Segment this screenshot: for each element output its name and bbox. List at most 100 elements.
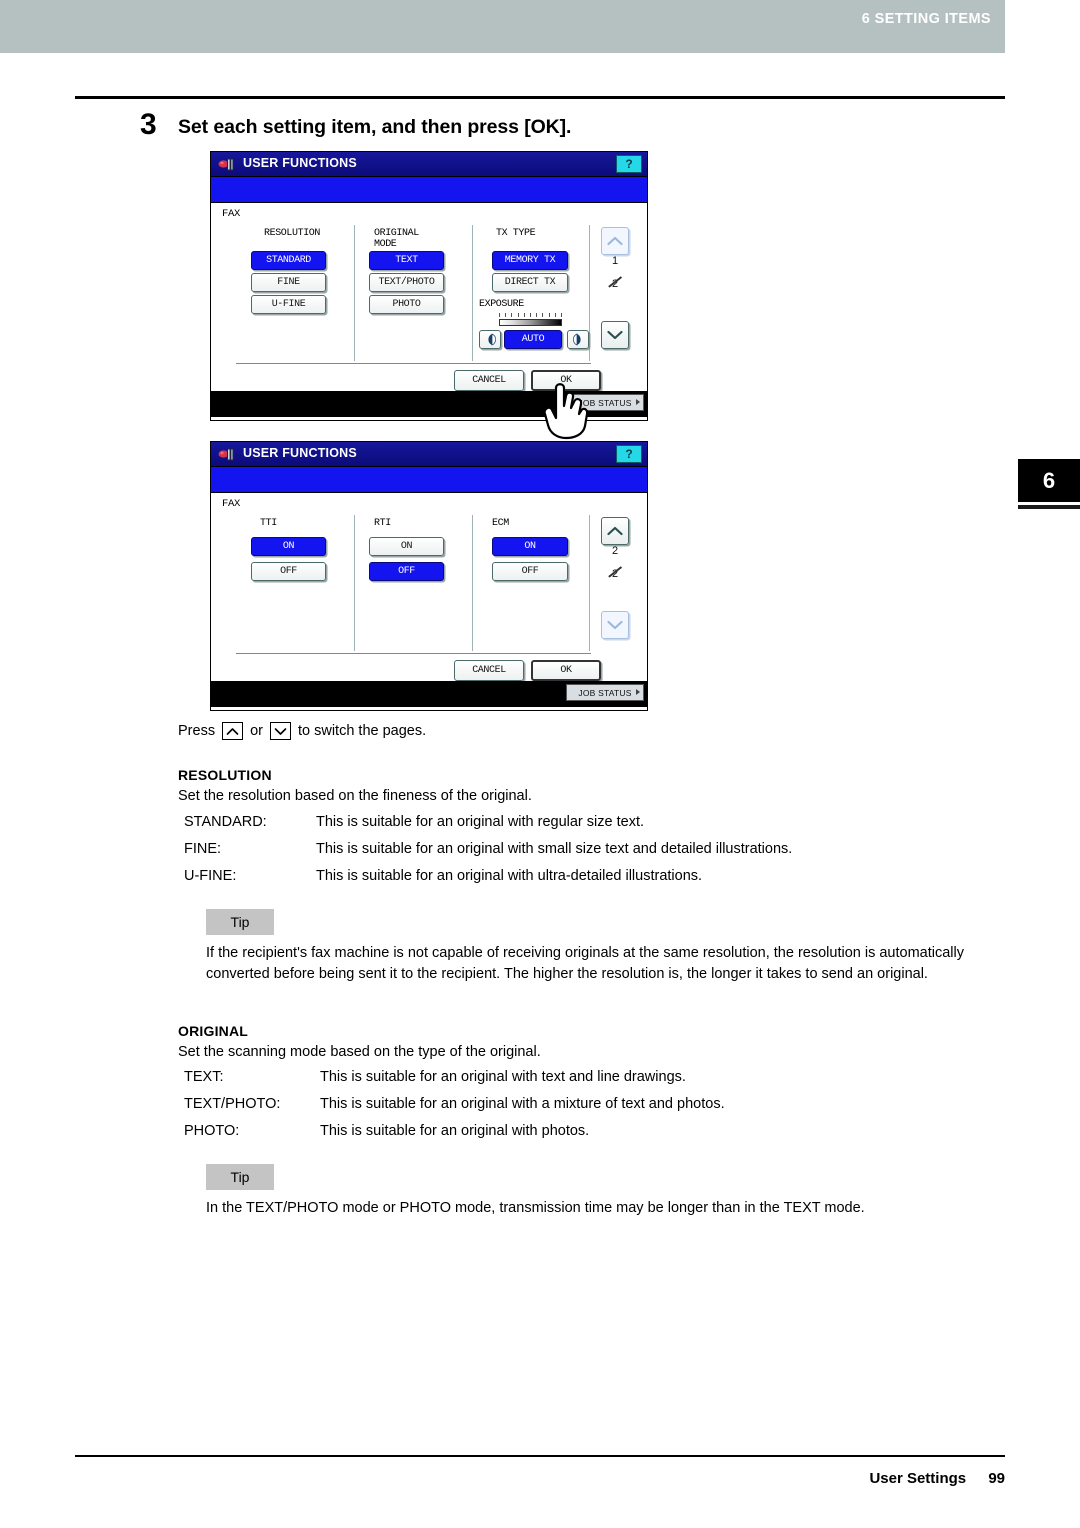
tip-text-2: In the TEXT/PHOTO mode or PHOTO mode, tr…: [206, 1200, 865, 1216]
scroll-up-button-2[interactable]: [601, 517, 629, 545]
footer-divider-2: [236, 653, 591, 654]
scroll-up-button[interactable]: [601, 227, 629, 255]
button-standard[interactable]: STANDARD: [251, 251, 326, 270]
desc-standard: This is suitable for an original with re…: [316, 814, 645, 830]
exposure-darker-icon: [572, 333, 581, 346]
chapter-thumb-tab: 6: [1018, 459, 1080, 505]
footer-page-number: 99: [988, 1470, 1005, 1487]
definition-row: U-FINE: This is suitable for an original…: [184, 863, 1014, 890]
term-text-photo: TEXT/PHOTO:: [184, 1096, 281, 1112]
chevron-up-icon: [607, 526, 623, 536]
column-separator-2b: [472, 515, 473, 651]
column-separator-1: [354, 225, 355, 361]
scroll-down-button-2[interactable]: [601, 611, 629, 639]
help-button-2[interactable]: ?: [616, 445, 642, 463]
chevron-up-icon: [607, 236, 623, 246]
page-running-header: 6 SETTING ITEMS: [0, 0, 1005, 53]
press-middle: or: [250, 723, 263, 739]
tip-label-2: Tip: [230, 1169, 250, 1185]
help-button[interactable]: ?: [616, 155, 642, 173]
user-functions-icon: [218, 448, 234, 461]
job-status-arrow-icon-2: [636, 689, 640, 695]
job-status-label-2: JOB STATUS: [578, 687, 632, 698]
fax-section-label-2: FAX: [222, 498, 241, 510]
desc-text: This is suitable for an original with te…: [320, 1069, 686, 1085]
lcd-titlebar: USER FUNCTIONS ?: [211, 152, 647, 177]
lcd-footer-bar-2: JOB STATUS: [211, 681, 647, 707]
lcd-title-text-2: USER FUNCTIONS: [243, 446, 357, 460]
button-ecm-on[interactable]: ON: [492, 537, 568, 556]
resolution-heading: RESOLUTION: [178, 767, 272, 783]
term-text: TEXT:: [184, 1069, 224, 1085]
lcd-blue-strip-2: [211, 467, 647, 493]
column-separator-2: [472, 225, 473, 361]
button-rti-on[interactable]: ON: [369, 537, 444, 556]
definition-row: PHOTO: This is suitable for an original …: [184, 1118, 1014, 1145]
desc-fine: This is suitable for an original with sm…: [316, 841, 793, 857]
page-current-2: 2: [611, 545, 619, 557]
original-definition-list: TEXT: This is suitable for an original w…: [184, 1064, 1014, 1145]
lcd-body-2: FAX TTI ON OFF RTI ON OFF ECM ON OFF 2 2: [211, 493, 647, 681]
lcd-screenshot-page-2: USER FUNCTIONS ? FAX TTI ON OFF RTI ON O…: [210, 441, 648, 711]
page-indicator-2: 2 2: [601, 545, 629, 581]
user-functions-icon: [218, 158, 234, 171]
page-indicator: 1 2: [601, 255, 629, 291]
ok-button-2[interactable]: OK: [531, 660, 601, 681]
column-title-tti: TTI: [260, 518, 277, 529]
press-instruction-line: Press or to switch the pages.: [178, 722, 426, 740]
chevron-down-icon: [269, 722, 291, 740]
bottom-divider-rule: [75, 1455, 1005, 1457]
column-title-ecm: ECM: [492, 518, 509, 529]
button-u-fine[interactable]: U-FINE: [251, 295, 326, 314]
exposure-ticks: [499, 313, 562, 317]
desc-photo: This is suitable for an original with ph…: [320, 1123, 590, 1139]
definition-row: TEXT: This is suitable for an original w…: [184, 1064, 1014, 1091]
resolution-definition-list: STANDARD: This is suitable for an origin…: [184, 809, 1014, 890]
button-fine[interactable]: FINE: [251, 273, 326, 292]
column-title-original-mode: ORIGINAL MODE: [374, 228, 419, 250]
desc-text-photo: This is suitable for an original with a …: [320, 1096, 725, 1112]
column-separator-3b: [589, 515, 590, 651]
lcd-blue-strip: [211, 177, 647, 203]
fax-section-label: FAX: [222, 208, 241, 220]
definition-row: STANDARD: This is suitable for an origin…: [184, 809, 1014, 836]
desc-u-fine: This is suitable for an original with ul…: [316, 868, 703, 884]
resolution-intro: Set the resolution based on the fineness…: [178, 788, 532, 804]
term-u-fine: U-FINE:: [184, 868, 237, 884]
step-heading: 3 Set each setting item, and then press …: [140, 108, 1000, 146]
button-direct-tx[interactable]: DIRECT TX: [492, 273, 568, 292]
step-title: Set each setting item, and then press [O…: [178, 116, 572, 138]
cancel-button[interactable]: CANCEL: [454, 370, 524, 391]
button-photo[interactable]: PHOTO: [369, 295, 444, 314]
definition-row: FINE: This is suitable for an original w…: [184, 836, 1014, 863]
press-suffix: to switch the pages.: [297, 723, 427, 739]
button-tti-on[interactable]: ON: [251, 537, 326, 556]
definition-row: TEXT/PHOTO: This is suitable for an orig…: [184, 1091, 1014, 1118]
button-text[interactable]: TEXT: [369, 251, 444, 270]
page-footer: User Settings 99: [869, 1470, 1005, 1487]
exposure-auto-button[interactable]: AUTO: [504, 330, 562, 349]
button-ecm-off[interactable]: OFF: [492, 562, 568, 581]
tip-label-1: Tip: [230, 914, 250, 930]
original-heading: ORIGINAL: [178, 1023, 249, 1039]
lcd-footer-bar: JOB STATUS: [211, 391, 647, 417]
ok-button[interactable]: OK: [531, 370, 601, 391]
step-number: 3: [140, 108, 157, 141]
column-separator-1b: [354, 515, 355, 651]
job-status-arrow-icon: [636, 399, 640, 405]
job-status-button[interactable]: JOB STATUS: [566, 394, 644, 411]
cancel-button-2[interactable]: CANCEL: [454, 660, 524, 681]
exposure-darker-button[interactable]: [567, 330, 589, 349]
exposure-lighter-button[interactable]: [479, 330, 501, 349]
lcd-body: FAX RESOLUTION STANDARD FINE U-FINE ORIG…: [211, 203, 647, 391]
job-status-label: JOB STATUS: [578, 397, 632, 408]
button-text-photo[interactable]: TEXT/PHOTO: [369, 273, 444, 292]
button-tti-off[interactable]: OFF: [251, 562, 326, 581]
button-memory-tx[interactable]: MEMORY TX: [492, 251, 568, 270]
term-photo: PHOTO:: [184, 1123, 240, 1139]
scroll-down-button[interactable]: [601, 321, 629, 349]
button-rti-off[interactable]: OFF: [369, 562, 444, 581]
page-slash-2: [601, 558, 629, 577]
chevron-up-icon: [222, 722, 244, 740]
job-status-button-2[interactable]: JOB STATUS: [566, 684, 644, 701]
